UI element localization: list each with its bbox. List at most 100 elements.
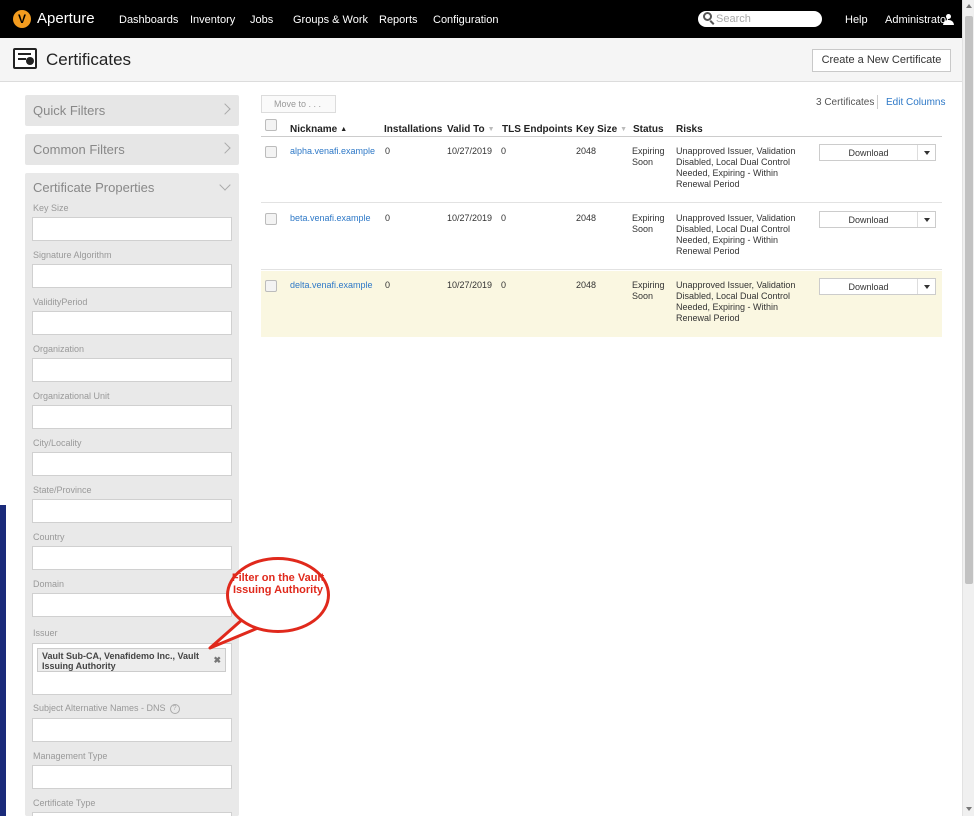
key-size-cell: 2048 xyxy=(576,213,597,223)
installations-cell: 0 xyxy=(385,280,391,290)
nav-dashboards[interactable]: Dashboards xyxy=(119,14,178,26)
certificate-count: 3 Certificates xyxy=(816,97,875,108)
aperture-logo-icon[interactable]: V xyxy=(13,10,31,28)
chevron-right-icon xyxy=(219,103,231,115)
move-to-dropdown[interactable]: Move to . . . xyxy=(261,95,336,113)
search-icon xyxy=(703,12,712,21)
installations-cell: 0 xyxy=(385,146,391,156)
state-province-label: State/Province xyxy=(33,485,92,495)
tls-endpoints-cell: 0 xyxy=(501,280,507,290)
button-divider xyxy=(917,212,918,227)
column-header-status[interactable]: Status xyxy=(633,124,664,135)
edit-columns-link[interactable]: Edit Columns xyxy=(886,97,945,108)
risks-cell: Unapproved Issuer, Validation Disabled, … xyxy=(676,280,796,323)
app-name[interactable]: Aperture xyxy=(37,10,95,27)
tls-endpoints-cell: 0 xyxy=(501,146,507,156)
download-button[interactable]: Download xyxy=(819,278,936,295)
help-icon[interactable]: ? xyxy=(169,703,180,714)
callout-annotation: Filter on the Vault Issuing Authority xyxy=(226,557,330,633)
select-all-checkbox[interactable] xyxy=(265,119,277,131)
signature-algorithm-label: Signature Algorithm xyxy=(33,250,112,260)
san-dns-input[interactable] xyxy=(32,718,232,742)
table-row[interactable]: alpha.venafi.example 0 10/27/2019 0 2048… xyxy=(261,137,942,203)
risks-cell: Unapproved Issuer, Validation Disabled, … xyxy=(676,213,796,256)
organizational-unit-input[interactable] xyxy=(32,405,232,429)
scroll-up-arrow-icon[interactable] xyxy=(966,4,972,8)
city-locality-input[interactable] xyxy=(32,452,232,476)
caret-down-icon[interactable] xyxy=(924,218,930,222)
user-menu[interactable]: Administrator xyxy=(885,14,950,26)
column-valid-to-label: Valid To xyxy=(447,124,485,135)
row-checkbox[interactable] xyxy=(265,280,277,292)
column-header-valid-to[interactable]: Valid To ▼ xyxy=(447,124,495,135)
row-checkbox[interactable] xyxy=(265,213,277,225)
issuer-input[interactable]: Vault Sub-CA, Venafidemo Inc., Vault Iss… xyxy=(32,643,232,695)
scroll-thumb[interactable] xyxy=(965,16,973,584)
chevron-right-icon xyxy=(219,142,231,154)
chevron-down-icon[interactable] xyxy=(219,179,231,191)
sort-icon: ▼ xyxy=(487,126,495,133)
common-filters-panel[interactable]: Common Filters xyxy=(25,134,239,165)
download-button[interactable]: Download xyxy=(819,144,936,161)
certificate-properties-title[interactable]: Certificate Properties xyxy=(33,180,154,195)
nav-jobs[interactable]: Jobs xyxy=(250,14,273,26)
domain-input[interactable] xyxy=(32,593,232,617)
filters-sidebar: Quick Filters Common Filters Certificate… xyxy=(25,95,239,816)
page-title: Certificates xyxy=(46,50,132,69)
nav-inventory[interactable]: Inventory xyxy=(190,14,235,26)
organization-input[interactable] xyxy=(32,358,232,382)
close-icon[interactable]: ✖ xyxy=(213,655,221,665)
status-cell: Expiring Soon xyxy=(632,213,665,234)
scroll-down-arrow-icon[interactable] xyxy=(966,807,972,811)
column-header-tls-endpoints[interactable]: TLS Endpoints xyxy=(502,124,573,135)
issuer-filter-tag: Vault Sub-CA, Venafidemo Inc., Vault Iss… xyxy=(37,648,226,672)
column-header-nickname[interactable]: Nickname ▲ xyxy=(290,124,347,135)
nickname-link[interactable]: delta.venafi.example xyxy=(290,280,373,291)
certificate-type-input[interactable] xyxy=(32,812,232,816)
table-row[interactable]: delta.venafi.example 0 10/27/2019 0 2048… xyxy=(261,271,942,337)
caret-down-icon[interactable] xyxy=(924,285,930,289)
nav-reports[interactable]: Reports xyxy=(379,14,418,26)
signature-algorithm-input[interactable] xyxy=(32,264,232,288)
column-nickname-label: Nickname xyxy=(290,124,338,135)
row-checkbox[interactable] xyxy=(265,146,277,158)
nav-groups-work[interactable]: Groups & Work xyxy=(293,14,368,26)
search-input[interactable]: Search xyxy=(698,11,822,27)
quick-filters-panel[interactable]: Quick Filters xyxy=(25,95,239,126)
download-button[interactable]: Download xyxy=(819,211,936,228)
sort-ascending-icon: ▲ xyxy=(340,126,348,133)
nickname-link[interactable]: alpha.venafi.example xyxy=(290,146,375,157)
nickname-link[interactable]: beta.venafi.example xyxy=(290,213,371,224)
left-edge-strip xyxy=(0,505,6,816)
button-divider xyxy=(917,145,918,160)
organizational-unit-label: Organizational Unit xyxy=(33,391,110,401)
validity-period-input[interactable] xyxy=(32,311,232,335)
key-size-input[interactable] xyxy=(32,217,232,241)
common-filters-label: Common Filters xyxy=(33,142,125,157)
key-size-cell: 2048 xyxy=(576,146,597,156)
management-type-input[interactable] xyxy=(32,765,232,789)
key-size-cell: 2048 xyxy=(576,280,597,290)
country-input[interactable] xyxy=(32,546,232,570)
column-key-size-label: Key Size xyxy=(576,124,618,135)
state-province-input[interactable] xyxy=(32,499,232,523)
vertical-scrollbar[interactable] xyxy=(962,0,974,816)
user-icon[interactable] xyxy=(943,14,954,25)
issuer-label: Issuer xyxy=(33,628,58,638)
column-header-installations[interactable]: Installations xyxy=(384,124,442,135)
valid-to-cell: 10/27/2019 xyxy=(447,280,493,290)
nav-configuration[interactable]: Configuration xyxy=(433,14,498,26)
table-row[interactable]: beta.venafi.example 0 10/27/2019 0 2048 … xyxy=(261,204,942,270)
quick-filters-label: Quick Filters xyxy=(33,103,106,118)
certificate-type-label: Certificate Type xyxy=(33,798,96,808)
sort-icon: ▼ xyxy=(620,126,628,133)
button-divider xyxy=(917,279,918,294)
toolbar-divider xyxy=(877,95,878,109)
column-header-risks[interactable]: Risks xyxy=(676,124,703,135)
column-header-key-size[interactable]: Key Size ▼ xyxy=(576,124,627,135)
caret-down-icon[interactable] xyxy=(924,151,930,155)
status-cell: Expiring Soon xyxy=(632,280,665,301)
help-link[interactable]: Help xyxy=(845,14,868,26)
installations-cell: 0 xyxy=(385,213,391,223)
create-certificate-button[interactable]: Create a New Certificate xyxy=(812,49,951,72)
